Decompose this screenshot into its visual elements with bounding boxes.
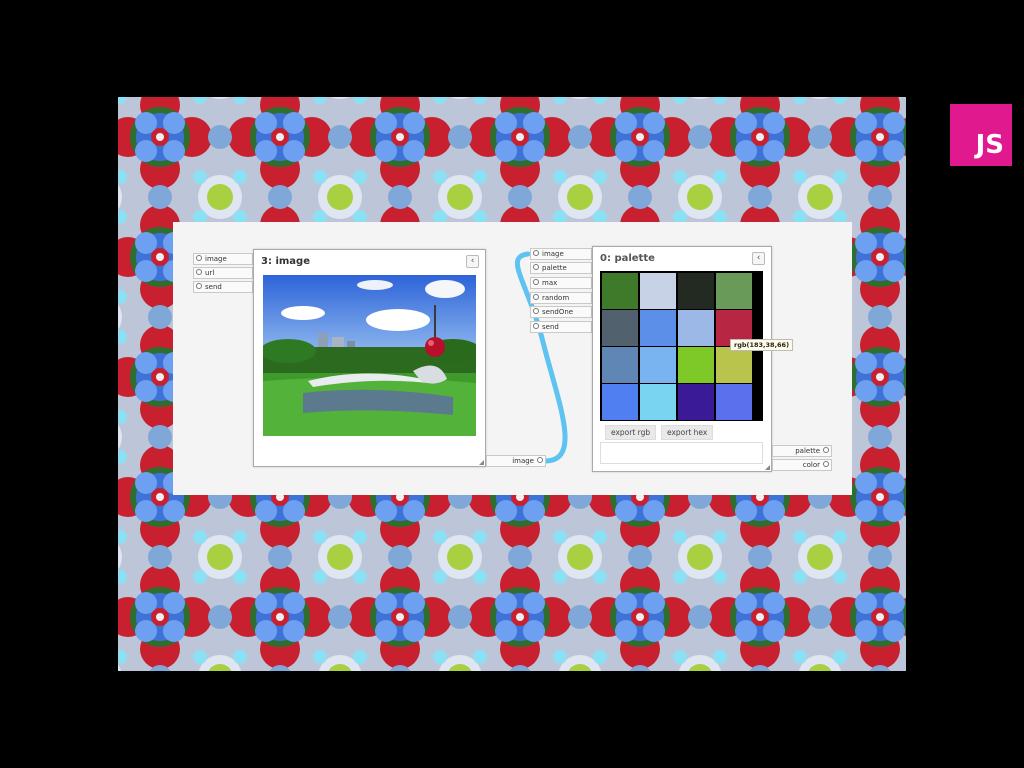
color-tooltip: rgb(183,38,66): [730, 339, 794, 351]
color-swatch[interactable]: [602, 384, 638, 420]
port-icon: [533, 279, 539, 285]
color-swatch[interactable]: [678, 384, 714, 420]
js-logo: JS: [950, 104, 1012, 166]
color-swatch[interactable]: [602, 273, 638, 309]
resize-handle[interactable]: [765, 465, 770, 470]
color-swatch[interactable]: [640, 273, 676, 309]
color-swatch[interactable]: [716, 347, 752, 383]
color-swatch[interactable]: [602, 347, 638, 383]
color-swatch[interactable]: [640, 347, 676, 383]
port-icon: [196, 255, 202, 261]
color-swatch[interactable]: [602, 310, 638, 346]
image-node-input-port[interactable]: image: [193, 253, 253, 265]
port-icon: [823, 461, 829, 467]
port-icon: [533, 264, 539, 270]
chevron-left-icon[interactable]: ‹: [466, 255, 479, 268]
port-icon: [533, 308, 539, 314]
palette-node-input-port[interactable]: palette: [530, 262, 592, 274]
port-icon: [537, 457, 543, 463]
color-swatch[interactable]: [716, 273, 752, 309]
palette-node-input-port[interactable]: random: [530, 292, 592, 304]
palette-node-input-port[interactable]: max: [530, 277, 592, 289]
palette-node-title: 0: palette: [600, 253, 655, 264]
palette-node-input-port[interactable]: sendOne: [530, 306, 592, 318]
export-buttons: export rgb export hex: [605, 425, 755, 440]
palette-node-output-port[interactable]: color: [772, 459, 832, 471]
port-icon: [533, 294, 539, 300]
palette-node-input-port[interactable]: image: [530, 248, 592, 260]
palette-node-panel[interactable]: 0: palette ‹ export rgb export hex rgb(1…: [592, 246, 794, 472]
chevron-left-icon[interactable]: ‹: [752, 252, 765, 265]
palette-node-output-port[interactable]: palette: [772, 445, 832, 457]
color-swatch[interactable]: [640, 310, 676, 346]
palette-output-area: [600, 442, 763, 464]
resize-handle[interactable]: [479, 460, 484, 465]
port-icon: [533, 250, 539, 256]
port-icon: [533, 323, 539, 329]
port-icon: [823, 447, 829, 453]
image-node-title: 3: image: [261, 256, 310, 267]
spoonbridge-photo: [263, 275, 476, 436]
color-swatch[interactable]: [640, 384, 676, 420]
image-node-input-port[interactable]: send: [193, 281, 253, 293]
image-node-output-port[interactable]: image: [486, 455, 546, 467]
node-canvas[interactable]: image url send 3: image ‹ image image pa…: [173, 222, 852, 495]
color-swatch[interactable]: [678, 347, 714, 383]
port-icon: [196, 269, 202, 275]
palette-node-input-port[interactable]: send: [530, 321, 592, 333]
image-node-input-port[interactable]: url: [193, 267, 253, 279]
export-hex-button[interactable]: export hex: [661, 425, 714, 440]
export-rgb-button[interactable]: export rgb: [605, 425, 657, 440]
image-node-panel[interactable]: 3: image ‹: [253, 249, 486, 467]
color-swatch[interactable]: [716, 384, 752, 420]
color-swatch[interactable]: [678, 273, 714, 309]
port-icon: [196, 283, 202, 289]
color-swatch[interactable]: [678, 310, 714, 346]
